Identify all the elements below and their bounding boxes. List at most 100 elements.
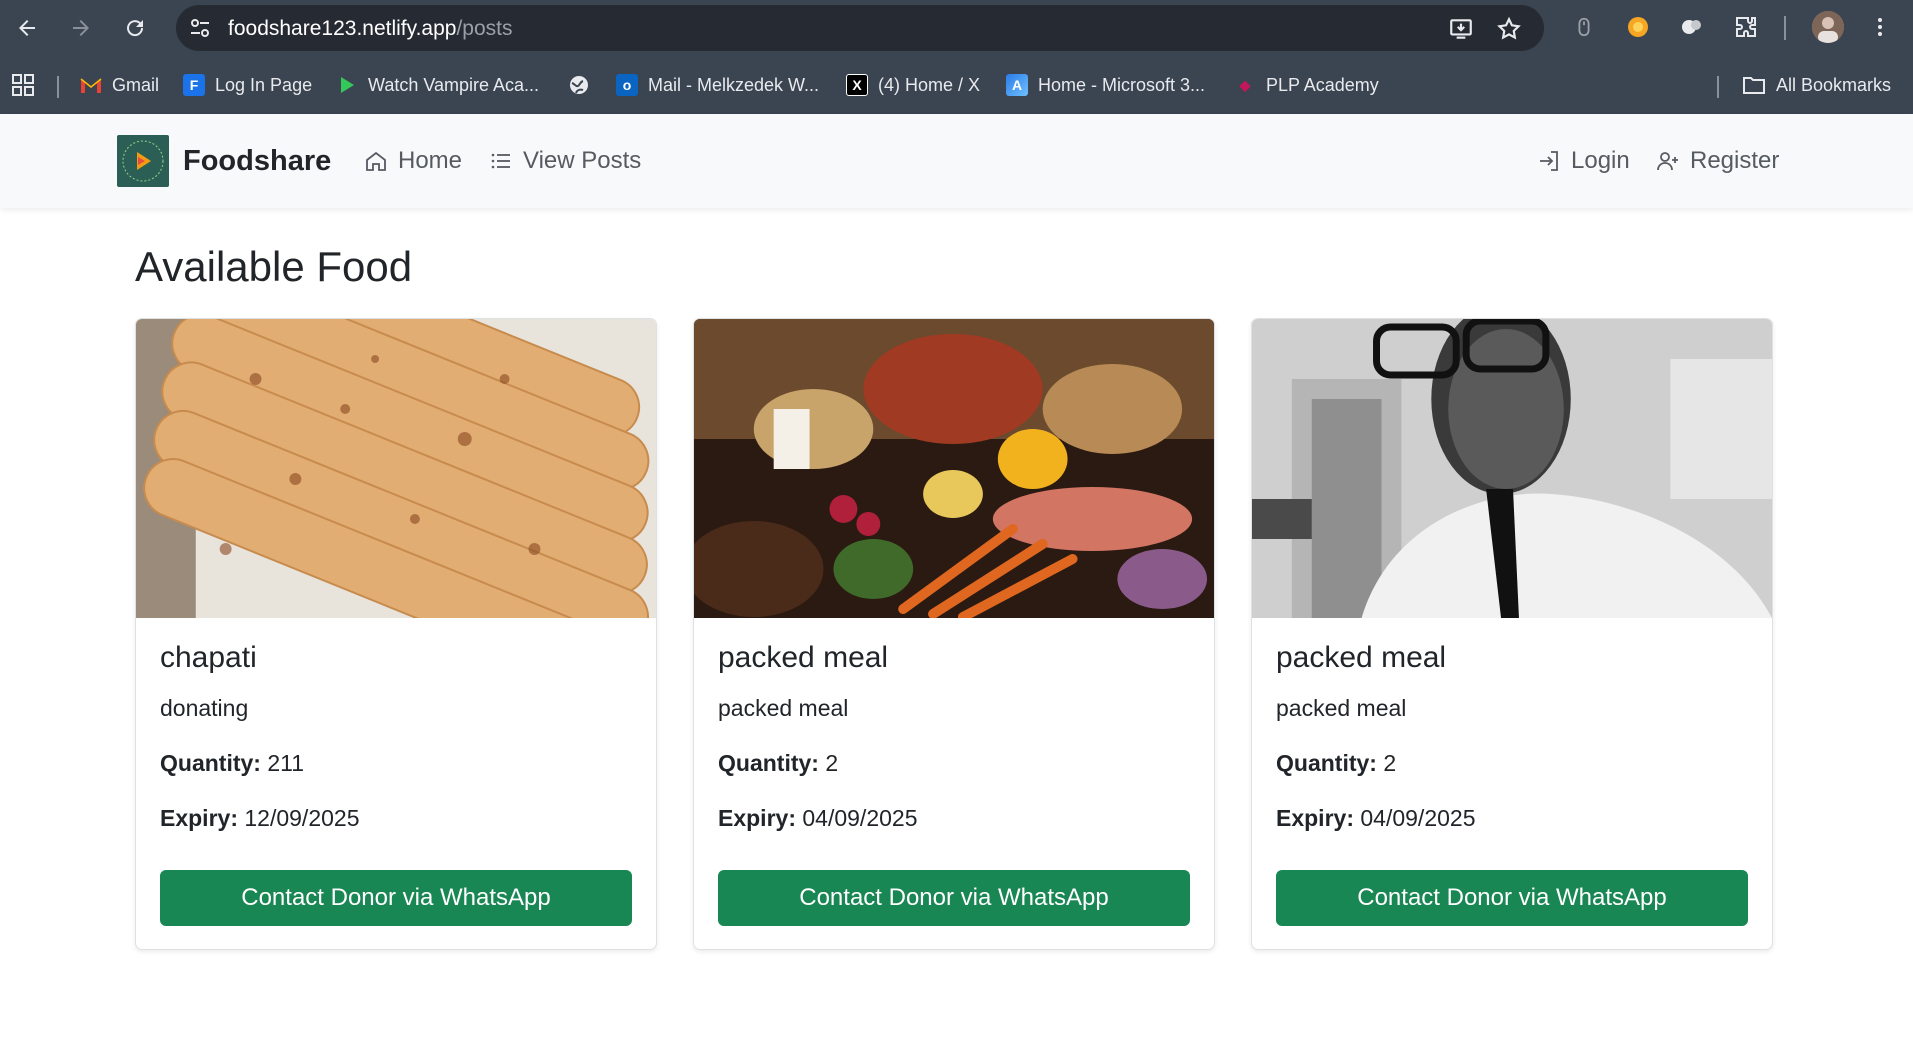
expiry-label: Expiry:: [160, 805, 238, 831]
bookmark-watch-vampire[interactable]: Watch Vampire Aca...: [336, 71, 539, 99]
apps-grid-icon: [12, 74, 34, 96]
post-expiry: Expiry: 12/09/2025: [160, 805, 632, 832]
bookmark-globe[interactable]: [568, 71, 590, 99]
contact-donor-whatsapp-button[interactable]: Contact Donor via WhatsApp: [160, 870, 632, 926]
bookmark-label: Gmail: [112, 74, 160, 95]
nav-home-label: Home: [398, 147, 463, 174]
page-title: Available Food: [135, 243, 413, 290]
url-path: /posts: [456, 17, 513, 40]
food-post-card: packed meal packed meal Quantity: 2 Expi…: [1251, 318, 1773, 950]
quantity-value: 2: [825, 750, 839, 776]
post-expiry: Expiry: 04/09/2025: [1276, 805, 1748, 832]
gmail-icon: [80, 74, 102, 96]
expiry-value: 12/09/2025: [244, 805, 360, 831]
post-expiry: Expiry: 04/09/2025: [718, 805, 1190, 832]
address-row: foodshare123.netlify.app/posts: [0, 0, 1913, 56]
bookmark-mail-melkzedek[interactable]: o Mail - Melkzedek W...: [616, 71, 819, 99]
bookmark-x-home[interactable]: X (4) Home / X: [846, 71, 980, 99]
bookmark-divider: [1717, 76, 1719, 98]
card-body: chapati donating Quantity: 211 Expiry: 1…: [160, 641, 632, 832]
food-post-card: packed meal packed meal Quantity: 2 Expi…: [693, 318, 1215, 950]
quantity-label: Quantity:: [160, 750, 261, 776]
x-icon: X: [846, 74, 868, 96]
contact-donor-whatsapp-button[interactable]: Contact Donor via WhatsApp: [718, 870, 1190, 926]
forward-button[interactable]: [64, 11, 98, 45]
browser-chrome: foodshare123.netlify.app/posts Gmail F L…: [0, 0, 1913, 114]
quantity-value: 2: [1383, 750, 1397, 776]
post-title: packed meal: [718, 641, 889, 674]
expiry-label: Expiry:: [718, 805, 796, 831]
outlook-icon: o: [616, 74, 638, 96]
reload-button[interactable]: [118, 11, 152, 45]
folder-icon: [1743, 77, 1765, 94]
brand-name: Foodshare: [183, 144, 332, 177]
post-quantity: Quantity: 2: [1276, 750, 1748, 777]
extensions-puzzle-icon[interactable]: [1732, 13, 1760, 41]
quantity-label: Quantity:: [718, 750, 819, 776]
post-quantity: Quantity: 211: [160, 750, 632, 777]
expiry-value: 04/09/2025: [802, 805, 918, 831]
post-description: packed meal: [1276, 695, 1407, 721]
forward-arrow-icon: [73, 20, 89, 36]
quantity-value: 211: [267, 750, 305, 776]
man-portrait-photo: [1252, 319, 1772, 618]
bookmark-microsoft[interactable]: A Home - Microsoft 3...: [1006, 71, 1205, 99]
profile-avatar[interactable]: [1812, 11, 1844, 43]
extension-mouse-icon[interactable]: [1570, 13, 1598, 41]
install-app-icon[interactable]: [1448, 16, 1474, 42]
post-title: chapati: [160, 641, 257, 674]
login-page-icon: F: [183, 74, 205, 96]
post-description: packed meal: [718, 695, 849, 721]
all-bookmarks-button[interactable]: All Bookmarks: [1742, 71, 1891, 99]
bookmark-label: Home - Microsoft 3...: [1038, 74, 1206, 95]
bookmark-log-in-page[interactable]: F Log In Page: [183, 71, 312, 99]
login-arrow-icon: [1540, 151, 1558, 171]
nav-view-posts[interactable]: View Posts: [489, 147, 641, 175]
globe-icon: [568, 74, 590, 96]
address-bar[interactable]: foodshare123.netlify.app/posts: [176, 5, 1544, 51]
expiry-value: 04/09/2025: [1360, 805, 1476, 831]
bookmark-label: PLP Academy: [1266, 74, 1379, 95]
card-body: packed meal packed meal Quantity: 2 Expi…: [1276, 641, 1748, 832]
microsoft-icon: A: [1006, 74, 1028, 96]
person-add-icon: [1657, 152, 1678, 171]
expiry-label: Expiry:: [1276, 805, 1354, 831]
nav-login[interactable]: Login: [1537, 147, 1630, 175]
contact-donor-whatsapp-button[interactable]: Contact Donor via WhatsApp: [1276, 870, 1748, 926]
back-button[interactable]: [10, 11, 44, 45]
reload-icon: [127, 20, 144, 37]
url-text[interactable]: foodshare123.netlify.app/posts: [228, 17, 512, 41]
all-bookmarks-label: All Bookmarks: [1776, 74, 1892, 95]
post-quantity: Quantity: 2: [718, 750, 1190, 777]
brand-link[interactable]: Foodshare: [117, 135, 331, 187]
menu-kebab-icon[interactable]: [1866, 13, 1894, 41]
nav-home[interactable]: Home: [364, 147, 462, 175]
nav-register[interactable]: Register: [1656, 147, 1779, 175]
play-icon: [336, 74, 358, 96]
post-description: donating: [160, 695, 249, 721]
bookmark-plp-academy[interactable]: ◆ PLP Academy: [1234, 71, 1379, 99]
url-host: foodshare123.netlify.app: [228, 17, 457, 40]
bookmark-label: Watch Vampire Aca...: [368, 74, 540, 95]
chapati-photo: [136, 319, 656, 618]
foodshare-logo-icon: [117, 135, 169, 187]
bookmark-gmail[interactable]: Gmail: [80, 71, 159, 99]
extension-sun-icon[interactable]: [1624, 13, 1652, 41]
bookmark-label: Mail - Melkzedek W...: [648, 74, 820, 95]
nav-view-posts-label: View Posts: [523, 147, 642, 174]
site-settings-icon[interactable]: [188, 16, 212, 40]
list-icon: [491, 153, 510, 169]
quantity-label: Quantity:: [1276, 750, 1377, 776]
extension-puzzle-colored-icon[interactable]: [1678, 13, 1706, 41]
food-post-card: chapati donating Quantity: 211 Expiry: 1…: [135, 318, 657, 950]
site-navbar: Foodshare Home View Posts Login Register: [0, 114, 1913, 208]
bookmark-label: (4) Home / X: [878, 74, 981, 95]
bookmark-star-icon[interactable]: [1496, 16, 1522, 42]
back-arrow-icon: [19, 20, 35, 36]
nav-register-label: Register: [1690, 147, 1780, 174]
card-body: packed meal packed meal Quantity: 2 Expi…: [718, 641, 1190, 832]
assorted-food-photo: [694, 319, 1214, 618]
apps-grid-button[interactable]: [12, 71, 34, 99]
bookmark-divider: [57, 76, 59, 98]
bookmark-label: Log In Page: [215, 74, 313, 95]
